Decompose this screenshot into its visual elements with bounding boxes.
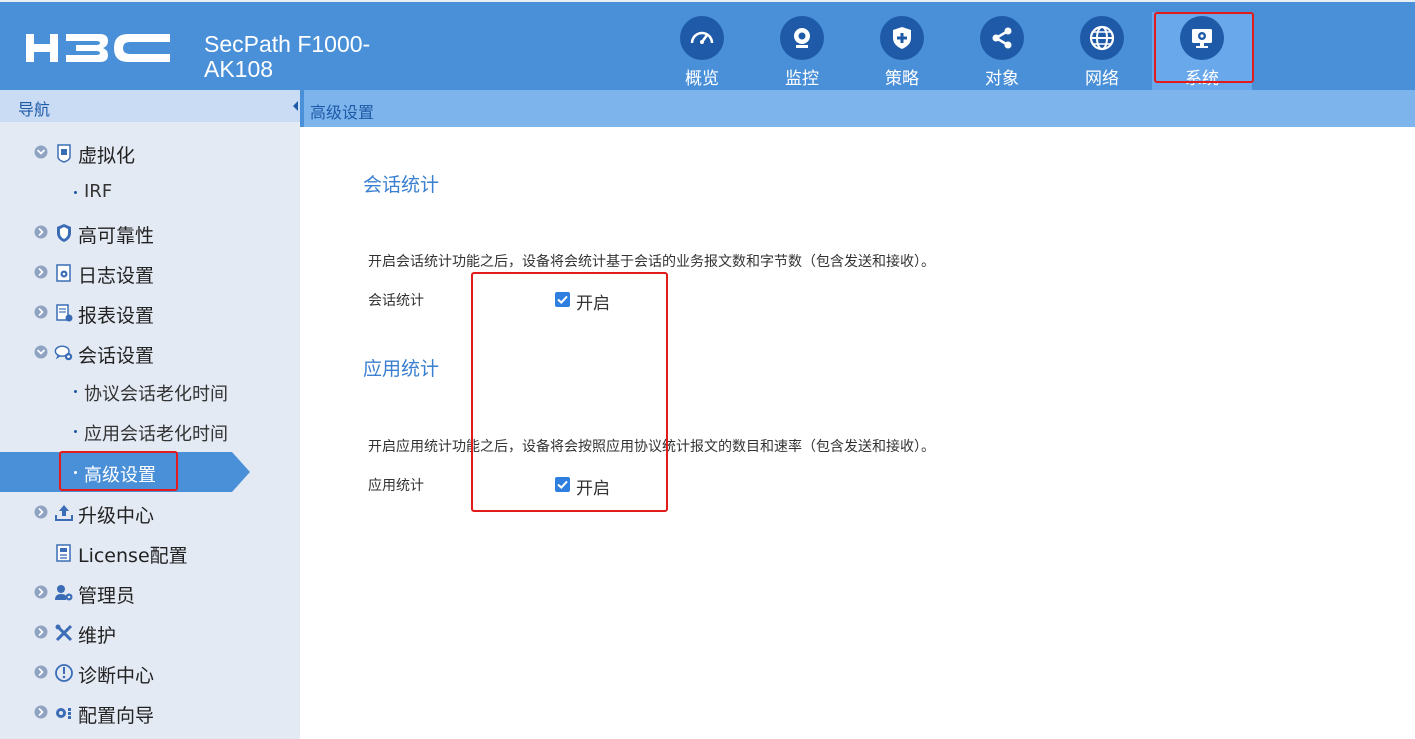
sidebar-item-label: 报表设置	[78, 305, 155, 327]
tab-policy-label: 策略	[885, 69, 919, 89]
bullet-dot	[74, 191, 77, 194]
gauge-icon	[680, 16, 724, 60]
session-stats-label: 会话统计	[368, 293, 424, 309]
sidebar-item-label: 会话设置	[78, 345, 155, 367]
h3c-logo	[26, 34, 170, 62]
expand-toggle-icon[interactable]	[34, 345, 48, 359]
virtualization-icon	[57, 144, 71, 163]
license-icon	[56, 544, 71, 562]
log-gear-icon	[56, 264, 71, 282]
camera-icon	[780, 16, 824, 60]
highlight-box-advanced-settings	[59, 451, 178, 491]
sidebar-subitem-irf[interactable]: IRF	[0, 174, 300, 210]
sidebar-subitem-protocol-session-aging[interactable]: 协议会话老化时间	[0, 373, 300, 409]
sidebar-item-label: 高可靠性	[78, 225, 155, 247]
expand-toggle-icon[interactable]	[34, 625, 48, 639]
sidebar-header: 导航	[0, 90, 300, 122]
tab-overview[interactable]: 概览	[652, 10, 752, 92]
sidebar-item-label: 配置向导	[78, 705, 155, 727]
sidebar: 导航 虚拟化 IRF 高可靠性 日志设置 报表设置 会话设置 协议会话老化时间	[0, 90, 300, 739]
session-stats-description: 开启会话统计功能之后，设备将会统计基于会话的业务报文数和字节数（包含发送和接收）…	[368, 254, 935, 270]
tab-monitor[interactable]: 监控	[752, 10, 852, 92]
tab-policy[interactable]: 策略	[852, 10, 952, 92]
section-title-app-stats: 应用统计	[363, 358, 440, 380]
sidebar-item-label: 升级中心	[78, 505, 155, 527]
sidebar-title: 导航	[18, 100, 51, 119]
expand-toggle-icon[interactable]	[34, 665, 48, 679]
tab-overview-label: 概览	[685, 69, 719, 89]
expand-toggle-icon[interactable]	[34, 265, 48, 279]
sidebar-item-config-wizard[interactable]: 配置向导	[0, 695, 300, 731]
sidebar-item-session-settings[interactable]: 会话设置	[0, 335, 300, 371]
app-stats-label: 应用统计	[368, 478, 424, 494]
admin-icon	[55, 585, 73, 601]
highlight-box-system-tab	[1154, 12, 1254, 83]
sidebar-item-diagnostic-center[interactable]: 诊断中心	[0, 655, 300, 691]
sidebar-item-virtualization[interactable]: 虚拟化	[0, 135, 300, 171]
bullet-dot	[74, 430, 77, 433]
divider	[300, 90, 304, 127]
product-line-1: SecPath F1000-	[204, 31, 371, 57]
bullet-dot	[74, 390, 77, 393]
highlight-box-checkboxes	[471, 272, 668, 512]
breadcrumb: 高级设置	[310, 103, 375, 122]
expand-toggle-icon[interactable]	[34, 305, 48, 319]
sidebar-item-license[interactable]: License配置	[0, 535, 300, 571]
shield-plus-icon	[880, 16, 924, 60]
report-icon	[56, 304, 73, 322]
section-title-session-stats: 会话统计	[363, 174, 440, 196]
sidebar-item-label: 管理员	[78, 585, 136, 607]
tab-network[interactable]: 网络	[1052, 10, 1152, 92]
sidebar-item-label: 日志设置	[78, 265, 155, 287]
tab-object-label: 对象	[985, 69, 1019, 89]
expand-toggle-icon[interactable]	[34, 505, 48, 519]
shield-icon	[57, 224, 71, 242]
product-name: SecPath F1000- AK108	[204, 32, 370, 82]
diagnostic-icon	[55, 664, 73, 682]
wizard-icon	[56, 708, 71, 719]
sidebar-item-label: License配置	[78, 545, 188, 567]
product-line-2: AK108	[204, 56, 274, 82]
sidebar-item-admin[interactable]: 管理员	[0, 575, 300, 611]
tab-object[interactable]: 对象	[952, 10, 1052, 92]
sidebar-item-label: 维护	[78, 625, 117, 647]
sidebar-item-maintenance[interactable]: 维护	[0, 615, 300, 651]
collapse-sidebar-icon[interactable]	[290, 96, 300, 116]
globe-icon	[1080, 16, 1124, 60]
session-icon	[54, 345, 73, 361]
upload-icon	[55, 505, 73, 521]
sidebar-item-log-settings[interactable]: 日志设置	[0, 255, 300, 291]
sidebar-item-label: IRF	[84, 181, 113, 202]
sidebar-item-report-settings[interactable]: 报表设置	[0, 295, 300, 331]
share-icon	[980, 16, 1024, 60]
sidebar-item-label: 诊断中心	[78, 665, 155, 687]
expand-toggle-icon[interactable]	[34, 585, 48, 599]
expand-toggle-icon[interactable]	[34, 705, 48, 719]
sidebar-subitem-app-session-aging[interactable]: 应用会话老化时间	[0, 413, 300, 449]
tools-icon	[55, 624, 73, 642]
tab-network-label: 网络	[1085, 69, 1119, 89]
sidebar-item-label: 协议会话老化时间	[84, 384, 228, 405]
expand-toggle-icon[interactable]	[34, 225, 48, 239]
sidebar-item-label: 虚拟化	[78, 145, 136, 167]
tab-monitor-label: 监控	[785, 69, 819, 89]
sidebar-item-upgrade-center[interactable]: 升级中心	[0, 495, 300, 531]
sidebar-item-high-availability[interactable]: 高可靠性	[0, 215, 300, 251]
sidebar-item-label: 应用会话老化时间	[84, 424, 228, 445]
content-header-bar: 高级设置	[300, 90, 1415, 127]
expand-toggle-icon[interactable]	[34, 145, 48, 159]
